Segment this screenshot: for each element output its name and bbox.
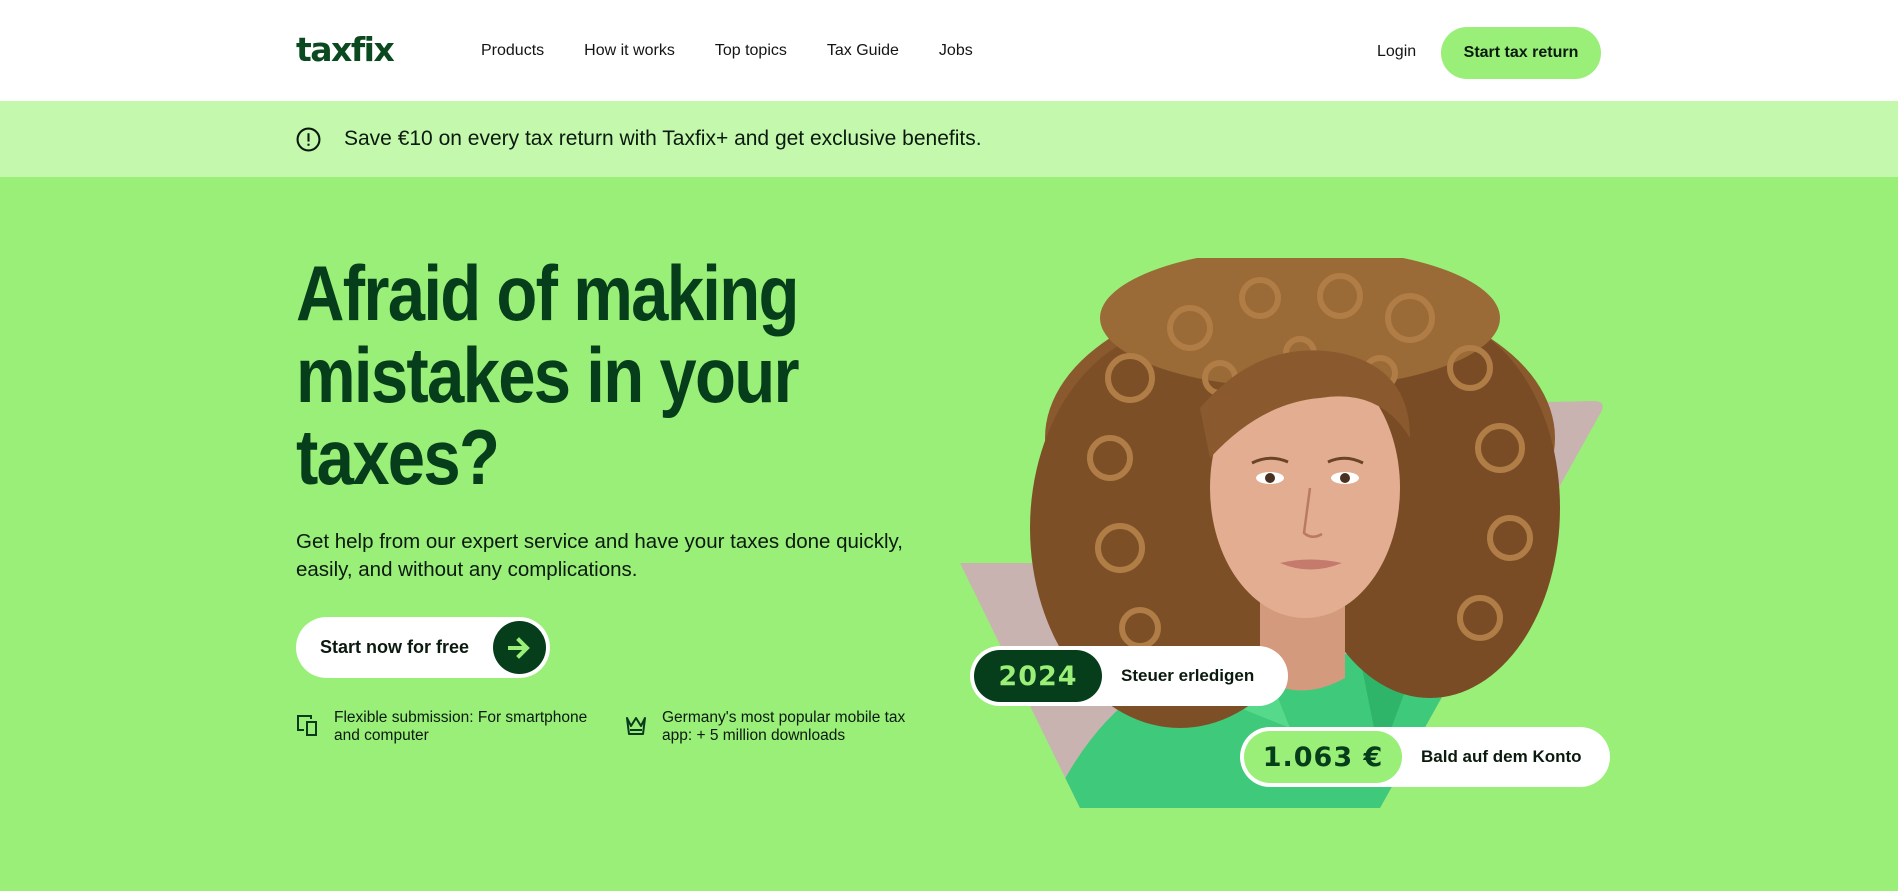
nav-tax-guide[interactable]: Tax Guide [827,42,899,60]
login-link[interactable]: Login [1377,43,1416,61]
info-circle-icon [296,127,321,152]
start-now-label: Start now for free [320,637,470,657]
feature-flexible-submission: Flexible submission: For smartphone and … [296,709,594,745]
site-header: taxfix Products How it works Top topics … [0,0,1898,101]
refund-pill-text: Bald auf dem Konto [1421,747,1582,766]
hero-illustration: 2024 Steuer erledigen 1.063 € Bald auf d… [960,248,1610,813]
feature-text: Flexible submission: For smartphone and … [334,709,588,744]
crown-icon [626,717,646,735]
nav-how-it-works[interactable]: How it works [584,42,675,60]
hero-headline: Afraid of making mistakes in your taxes? [296,249,800,501]
nav-products[interactable]: Products [481,42,544,60]
start-now-button[interactable]: Start now for free [296,617,550,678]
promo-banner-text: Save €10 on every tax return with Taxfix… [344,127,982,150]
feature-popular-app: Germany's most popular mobile tax app: +… [624,709,922,745]
year-badge: 2024 [974,650,1102,702]
year-pill-text: Steuer erledigen [1121,666,1255,685]
devices-icon [297,715,317,736]
refund-pill: 1.063 € Bald auf dem Konto [1240,727,1610,787]
taxfix-logo[interactable]: taxfix [296,30,395,69]
feature-text: Germany's most popular mobile tax app: +… [662,709,906,744]
arrow-right-icon [493,621,546,674]
year-pill: 2024 Steuer erledigen [970,646,1288,706]
refund-amount-badge: 1.063 € [1244,731,1402,783]
nav-top-topics[interactable]: Top topics [715,42,787,60]
main-nav: Products How it works Top topics Tax Gui… [481,42,973,60]
hero-subheadline: Get help from our expert service and hav… [296,530,903,581]
promo-banner[interactable]: Save €10 on every tax return with Taxfix… [0,101,1898,177]
start-tax-return-button[interactable]: Start tax return [1441,27,1601,79]
nav-jobs[interactable]: Jobs [939,42,973,60]
